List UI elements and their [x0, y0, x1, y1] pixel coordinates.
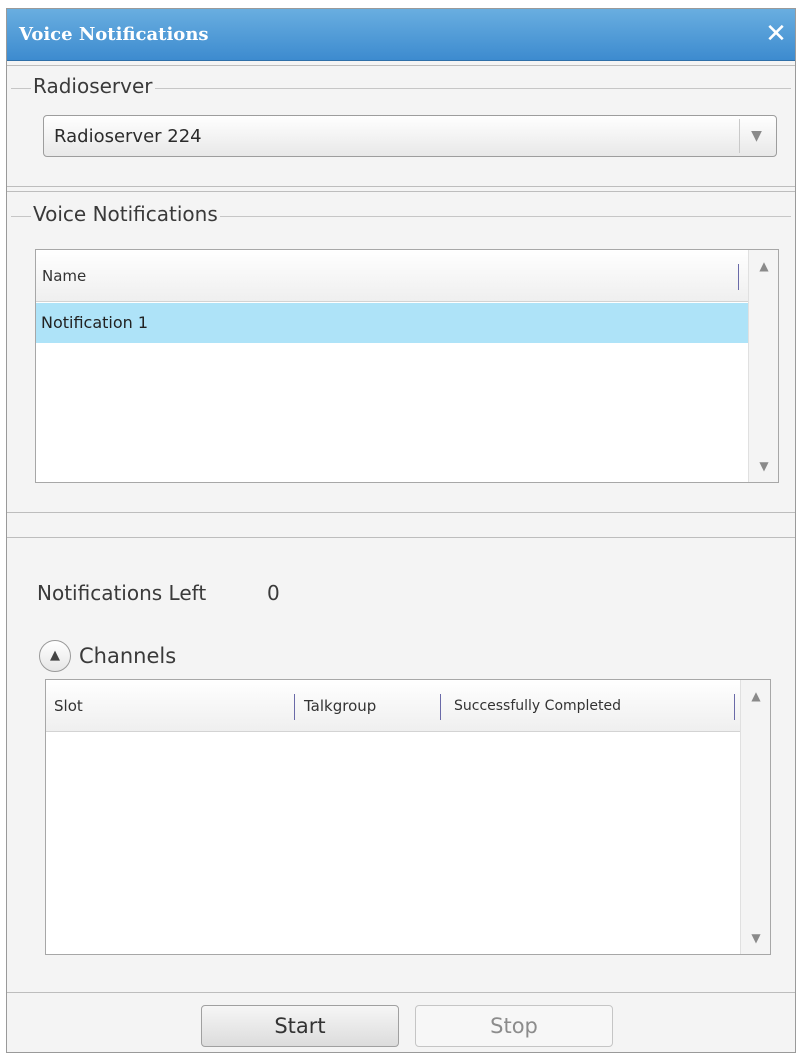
channels-table-header: Slot Talkgroup Successfully Completed — [46, 680, 740, 732]
voice-notifications-legend: Voice Notifications — [31, 202, 220, 226]
title-bar: Voice Notifications ✕ — [7, 9, 795, 61]
column-separator[interactable] — [734, 694, 735, 720]
channels-expander[interactable]: ▲ Channels — [39, 639, 176, 673]
start-button[interactable]: Start — [201, 1005, 399, 1047]
notifications-left-value: 0 — [267, 581, 280, 605]
notifications-left-label: Notifications Left — [37, 581, 207, 605]
scroll-down-icon[interactable]: ▼ — [741, 926, 771, 950]
notification-name: Notification 1 — [41, 313, 149, 332]
radioserver-legend: Radioserver — [31, 74, 155, 98]
channels-table[interactable]: Slot Talkgroup Successfully Completed ▲ … — [45, 679, 771, 955]
notifications-list-header: Name — [36, 250, 748, 302]
stop-button[interactable]: Stop — [415, 1005, 613, 1047]
scroll-up-icon[interactable]: ▲ — [741, 684, 771, 708]
notifications-list[interactable]: Name Notification 1 ▲ ▼ — [35, 249, 779, 483]
window-title: Voice Notifications — [19, 24, 209, 45]
column-header-name[interactable]: Name — [42, 250, 86, 302]
radioserver-select[interactable]: Radioserver 224 ▼ — [43, 115, 777, 157]
column-header-successfully-completed[interactable]: Successfully Completed — [454, 680, 621, 732]
scroll-up-icon[interactable]: ▲ — [749, 254, 779, 278]
radioserver-selected-value: Radioserver 224 — [54, 126, 202, 147]
column-header-slot[interactable]: Slot — [54, 680, 83, 732]
column-separator[interactable] — [440, 694, 441, 720]
chevron-up-icon[interactable]: ▲ — [39, 640, 71, 672]
close-icon[interactable]: ✕ — [761, 19, 791, 49]
column-separator[interactable] — [738, 264, 739, 290]
column-separator[interactable] — [294, 694, 295, 720]
voice-notifications-dialog: Voice Notifications ✕ Radioserver Radios… — [6, 8, 796, 1053]
channels-label: Channels — [79, 644, 177, 668]
channels-scrollbar[interactable]: ▲ ▼ — [740, 680, 770, 954]
chevron-down-icon[interactable]: ▼ — [739, 119, 773, 153]
column-header-talkgroup[interactable]: Talkgroup — [304, 680, 376, 732]
scroll-down-icon[interactable]: ▼ — [749, 454, 779, 478]
list-item[interactable]: Notification 1 — [36, 303, 748, 343]
notifications-scrollbar[interactable]: ▲ ▼ — [748, 250, 778, 482]
